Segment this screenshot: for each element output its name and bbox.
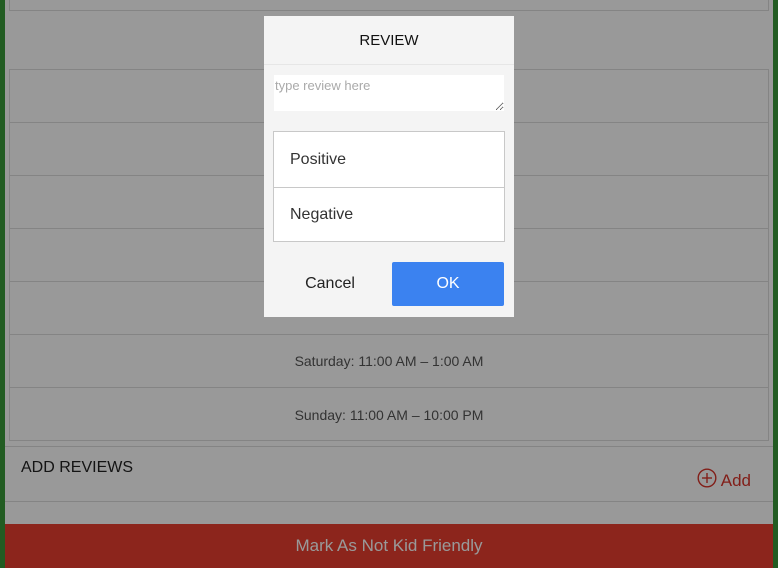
review-dialog: REVIEW Positive Negative Cancel OK [264,16,514,317]
option-negative[interactable]: Negative [274,187,504,242]
review-textarea[interactable] [274,75,504,111]
ok-button[interactable]: OK [392,262,504,306]
cancel-button[interactable]: Cancel [274,262,386,306]
dialog-title: REVIEW [264,16,514,65]
option-positive[interactable]: Positive [274,132,504,187]
review-type-options: Positive Negative [273,131,505,242]
